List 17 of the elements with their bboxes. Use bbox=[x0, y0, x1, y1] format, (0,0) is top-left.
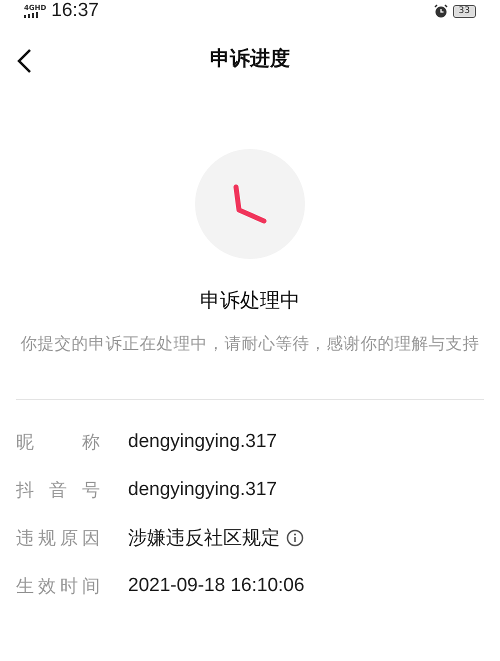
clock-time: 16:37 bbox=[51, 0, 99, 22]
alarm-icon bbox=[434, 4, 448, 18]
field-label: 违规原因 bbox=[16, 527, 100, 550]
signal-icon bbox=[24, 12, 38, 18]
field-label: 抖音号 bbox=[16, 479, 100, 502]
field-value: 涉嫌违反社区规定 bbox=[128, 527, 280, 551]
info-icon[interactable] bbox=[286, 529, 304, 547]
field-label: 生效时间 bbox=[16, 575, 100, 598]
battery-level: 33 bbox=[452, 4, 476, 18]
status-title: 申诉处理中 bbox=[199, 287, 301, 314]
field-value: 2021-09-18 16:10:06 bbox=[128, 575, 304, 597]
clock-hands-icon bbox=[233, 184, 267, 224]
field-value: dengyingying.317 bbox=[128, 479, 277, 501]
field-value: dengyingying.317 bbox=[128, 431, 277, 453]
field-label: 昵称 bbox=[16, 431, 100, 454]
status-description: 你提交的申诉正在处理中，请耐心等待，感谢你的理解与支持 bbox=[20, 333, 480, 355]
page-title: 申诉进度 bbox=[210, 44, 290, 72]
